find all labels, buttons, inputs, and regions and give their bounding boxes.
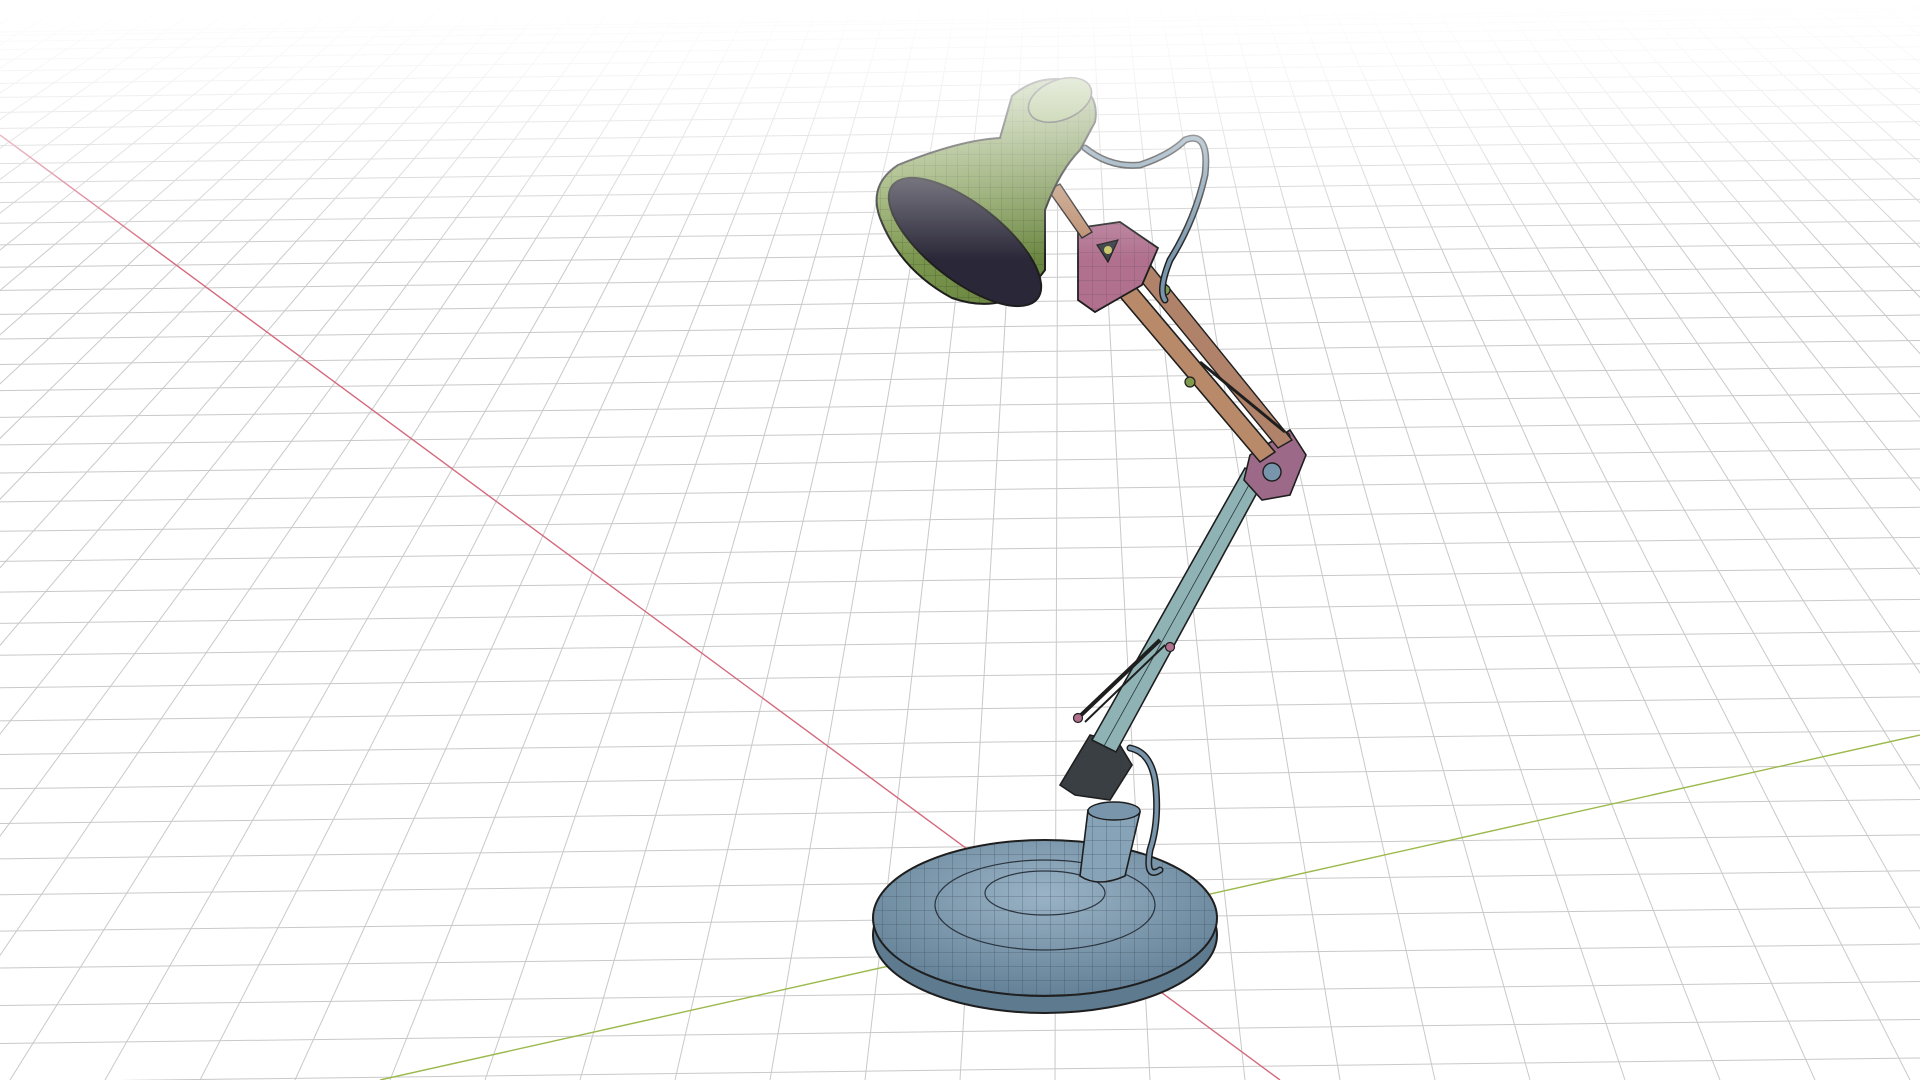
grid-line: [0, 46, 1920, 72]
lamp-base[interactable]: [872, 839, 1218, 1014]
neck-rod[interactable]: [1046, 183, 1093, 239]
grid-line: [0, 448, 1920, 474]
viewport-canvas[interactable]: [0, 0, 1920, 1080]
grid-line: [0, 799, 1920, 825]
grid-line: [0, 730, 1920, 756]
grid-line: [0, 764, 1920, 790]
3d-viewport[interactable]: [0, 0, 1920, 1080]
grid-line: [0, 34, 1920, 60]
grid-line: [0, 314, 1920, 340]
grid-line: [0, 663, 1920, 689]
grid-line: [0, 598, 1920, 624]
grid-line: [0, 366, 1920, 392]
lower-joint[interactable]: [1058, 734, 1133, 801]
grid-line: [0, 696, 1920, 722]
grid-line: [0, 339, 1920, 365]
grid-line: [0, 420, 1920, 446]
grid-line: [0, 567, 1920, 593]
grid-line: [0, 87, 1920, 113]
grid-line: [0, 477, 1920, 503]
grid-line: [0, 58, 1920, 84]
grid-line: [0, 506, 1920, 532]
upper-arm[interactable]: [1108, 261, 1294, 464]
grid-line: [0, 392, 1920, 418]
grid-line: [0, 72, 1920, 98]
grid-line: [0, 10, 1920, 36]
grid-line: [0, 1018, 1920, 1044]
grid-line: [0, 536, 1920, 562]
grid-line: [0, 7, 1920, 33]
